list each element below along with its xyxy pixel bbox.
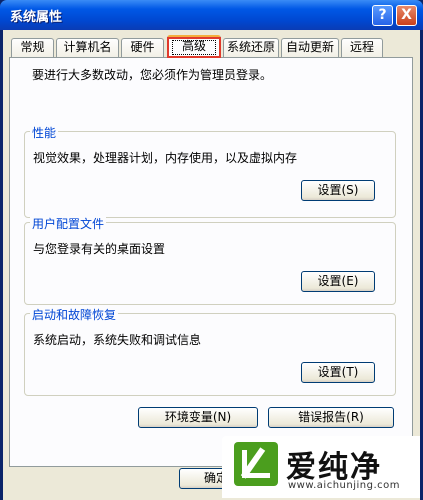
system-properties-window: 系统属性 ? X 常规 计算机名 硬件 高级 系统还原 自动更新 远程 要进行大… [0,0,423,500]
user-profiles-group-title: 用户配置文件 [30,215,107,232]
performance-description: 视觉效果，处理器计划，内存使用，以及虚拟内存 [33,151,298,165]
tab-hardware[interactable]: 硬件 [121,38,164,57]
watermark: 爱纯净 www.aichunjing.com [222,436,420,498]
startup-recovery-description: 系统启动，系统失败和调试信息 [33,333,202,347]
environment-variables-button[interactable]: 环境变量(N) [138,407,258,428]
performance-group: 性能 视觉效果，处理器计划，内存使用，以及虚拟内存 设置(S) [24,124,396,218]
tab-advanced[interactable]: 高级 [167,35,221,58]
tab-computer-name[interactable]: 计算机名 [56,38,119,57]
watermark-logo-icon [234,442,278,486]
user-profiles-description: 与您登录有关的桌面设置 [33,242,166,256]
help-button[interactable]: ? [372,5,393,26]
tab-system-restore[interactable]: 系统还原 [223,38,279,57]
tab-remote[interactable]: 远程 [341,38,383,57]
user-profiles-settings-button[interactable]: 设置(E) [301,271,375,292]
user-profiles-group: 用户配置文件 与您登录有关的桌面设置 设置(E) [24,215,396,305]
title-bar[interactable]: 系统属性 ? X [0,0,423,30]
performance-group-title: 性能 [30,124,59,141]
window-title: 系统属性 [10,10,63,25]
tab-general[interactable]: 常规 [11,38,54,57]
dialog-body: 常规 计算机名 硬件 高级 系统还原 自动更新 远程 要进行大多数改动，您必须作… [3,30,420,500]
admin-notice: 要进行大多数改动，您必须作为管理员登录。 [32,68,273,82]
startup-recovery-group: 启动和故障恢复 系统启动，系统失败和调试信息 设置(T) [24,306,396,396]
performance-settings-button[interactable]: 设置(S) [301,180,375,201]
tab-strip: 常规 计算机名 硬件 高级 系统还原 自动更新 远程 [3,30,420,58]
error-reporting-button[interactable]: 错误报告(R) [268,407,394,428]
watermark-url: www.aichunjing.com [288,480,400,491]
advanced-tab-panel: 要进行大多数改动，您必须作为管理员登录。 性能 视觉效果，处理器计划，内存使用，… [9,57,413,467]
tab-automatic-updates[interactable]: 自动更新 [281,38,339,57]
close-button[interactable]: X [396,5,417,26]
startup-recovery-group-title: 启动和故障恢复 [30,306,119,323]
startup-recovery-settings-button[interactable]: 设置(T) [301,362,375,383]
